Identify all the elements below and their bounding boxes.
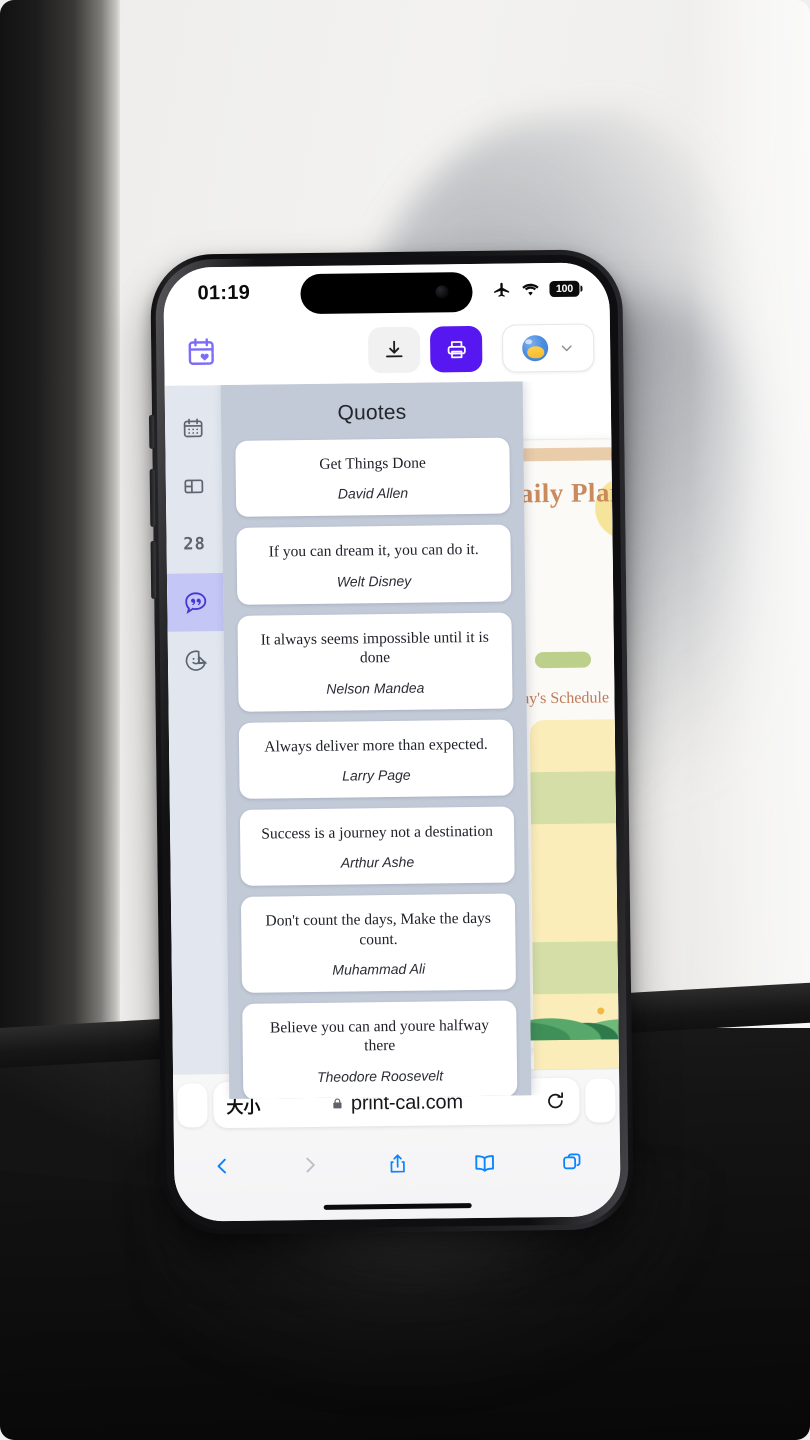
chevron-left-icon xyxy=(217,1158,226,1174)
reload-icon[interactable] xyxy=(544,1090,566,1112)
calendar-sheet: My Daily Plan Today's Schedule 11AM 4PM xyxy=(522,437,620,1096)
layout-panels-icon xyxy=(184,479,204,494)
chevron-down-icon xyxy=(561,344,572,351)
wall-left-return xyxy=(0,0,120,1110)
bookmarks-button[interactable] xyxy=(462,1145,506,1182)
forward-button[interactable] xyxy=(287,1147,331,1184)
sidebar-item-layout[interactable] xyxy=(166,457,223,516)
sheet-title: My Daily Plan xyxy=(522,477,620,509)
quote-text: Success is a journey not a destination xyxy=(261,822,493,843)
quote-author: Welt Disney xyxy=(336,572,412,590)
wifi-icon xyxy=(522,283,539,296)
sidebar-date-label: 28 xyxy=(183,534,206,555)
quote-text: If you can dream it, you can do it. xyxy=(268,541,479,561)
workspace: 28 Quotes Get Things Done David Allen If… xyxy=(164,380,620,1100)
quote-text: Get Things Done xyxy=(319,454,426,473)
calendar-heart-icon[interactable] xyxy=(184,335,218,369)
next-tab-preview[interactable] xyxy=(585,1078,616,1123)
quote-text: Believe you can and youre halfway there xyxy=(269,1016,490,1055)
battery-indicator: 100 xyxy=(549,280,580,298)
quotes-panel: Quotes Get Things Done David Allen If yo… xyxy=(220,381,532,1100)
mute-switch[interactable] xyxy=(148,414,155,449)
download-icon xyxy=(386,340,403,358)
schedule-label: Today's Schedule xyxy=(522,689,610,708)
sidebar-item-stickers[interactable] xyxy=(168,631,225,690)
quote-author: Arthur Ashe xyxy=(340,853,415,871)
quote-author: Nelson Mandea xyxy=(326,679,425,697)
plant-decoration xyxy=(522,980,620,1041)
quote-author: Theodore Roosevelt xyxy=(316,1067,444,1085)
quote-card[interactable]: Believe you can and youre halfway there … xyxy=(242,1000,518,1100)
book-icon xyxy=(475,1155,494,1172)
sidebar-rail: 28 xyxy=(164,385,230,1100)
previous-tab-preview[interactable] xyxy=(177,1083,208,1128)
airplane-mode-icon xyxy=(494,282,510,297)
front-camera-lens xyxy=(435,285,449,299)
volume-down-button[interactable] xyxy=(150,540,157,599)
sidebar-item-quotes[interactable] xyxy=(166,573,224,632)
status-bar: 01:19 100 xyxy=(163,262,610,320)
quote-card[interactable]: Always deliver more than expected. Larry… xyxy=(238,719,514,799)
share-icon xyxy=(390,1154,405,1173)
quote-card[interactable]: Success is a journey not a destination A… xyxy=(239,806,515,887)
quote-bubble-icon xyxy=(184,591,206,614)
battery-level-text: 100 xyxy=(555,282,574,295)
photo-scene: 01:19 100 28 Quotes Get Things Done Davi… xyxy=(0,0,810,1440)
quote-author: Larry Page xyxy=(342,766,411,784)
tabs-button[interactable] xyxy=(550,1144,594,1181)
quote-author: Muhammad Ali xyxy=(332,960,426,978)
safari-navigation-bar xyxy=(174,1131,621,1210)
wall-right-highlight xyxy=(690,0,810,1115)
quote-card[interactable]: Get Things Done David Allen xyxy=(235,437,511,518)
phone-screen: 01:19 100 28 Quotes Get Things Done Davi… xyxy=(163,262,621,1222)
print-button[interactable] xyxy=(429,325,483,373)
printer-icon xyxy=(447,340,466,358)
sidebar-item-date[interactable]: 28 xyxy=(166,515,223,574)
quote-card[interactable]: It always seems impossible until it is d… xyxy=(237,612,513,712)
back-button[interactable] xyxy=(200,1148,244,1185)
status-clock: 01:19 xyxy=(197,281,251,304)
status-indicators: 100 xyxy=(492,279,580,299)
dynamic-island xyxy=(300,271,473,315)
calendar-icon xyxy=(183,418,203,438)
download-button[interactable] xyxy=(367,326,421,374)
quote-author: David Allen xyxy=(337,485,409,503)
globe-icon xyxy=(521,335,548,362)
home-indicator[interactable] xyxy=(323,1203,472,1210)
schedule-slot xyxy=(530,770,620,825)
quote-text: Don't count the days, Make the days coun… xyxy=(265,910,491,949)
lock-icon xyxy=(332,1098,342,1109)
quote-card[interactable]: Don't count the days, Make the days coun… xyxy=(240,893,517,993)
calendar-preview[interactable]: My Daily Plan Today's Schedule 11AM 4PM xyxy=(522,380,620,1096)
sticker-smiley-icon xyxy=(185,649,207,671)
share-button[interactable] xyxy=(375,1146,419,1183)
quotes-panel-title: Quotes xyxy=(337,400,407,425)
sidebar-item-calendar[interactable] xyxy=(165,399,222,458)
quote-text: It always seems impossible until it is d… xyxy=(260,628,489,667)
volume-up-button[interactable] xyxy=(149,468,156,527)
chevron-right-icon xyxy=(305,1157,315,1173)
language-selector[interactable] xyxy=(501,323,595,373)
quote-card[interactable]: If you can dream it, you can do it. Welt… xyxy=(236,524,512,605)
quote-text: Always deliver more than expected. xyxy=(264,735,488,756)
tabs-icon xyxy=(563,1153,581,1170)
iphone-device: 01:19 100 28 Quotes Get Things Done Davi… xyxy=(148,249,634,1235)
green-pill-marker xyxy=(534,651,592,669)
app-toolbar xyxy=(163,314,611,386)
